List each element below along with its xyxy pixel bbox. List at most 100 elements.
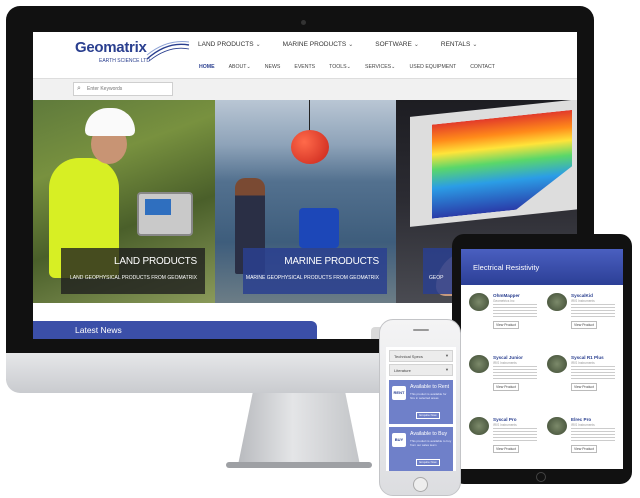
product-card[interactable]: SyscalKid IRIS Instruments View Product — [545, 291, 617, 345]
nav-contact[interactable]: CONTACT — [470, 64, 495, 70]
product-name[interactable]: Syscal Pro — [493, 417, 517, 422]
caption-subtitle: MARINE GEOPHYSICAL PRODUCTS FROM GEOMATR… — [245, 275, 379, 281]
chevron-down-icon: ⌄ — [255, 42, 261, 48]
view-product-button[interactable]: View Product — [493, 445, 519, 453]
nav-label: MARINE PRODUCTS — [282, 41, 347, 48]
rent-icon: RENT — [392, 386, 406, 400]
product-card[interactable]: OhmMapper Geometrics Inc View Product — [467, 291, 539, 345]
view-product-button[interactable]: View Product — [493, 321, 519, 329]
primary-nav: LAND PRODUCTS ⌄ MARINE PRODUCTS ⌄ SOFTWARE… — [198, 41, 477, 48]
promo-title: Available to Buy — [410, 431, 448, 437]
product-name[interactable]: Syscal Junior — [493, 355, 523, 360]
product-meta: IRIS Instruments — [571, 361, 595, 365]
field-device — [137, 192, 193, 236]
chevron-down-icon: ⌄ — [472, 42, 478, 48]
product-thumbnail[interactable] — [469, 355, 489, 373]
product-card[interactable]: Syscal Pro IRIS Instruments View Product — [467, 415, 539, 469]
product-thumbnail[interactable] — [547, 293, 567, 311]
marine-products-caption[interactable]: MARINE PRODUCTS MARINE GEOPHYSICAL PRODU… — [243, 248, 387, 294]
nav-label: LAND PRODUCTS — [198, 41, 254, 48]
promo-text: This product is available for hire in se… — [410, 392, 447, 400]
accordion-literature[interactable]: Literature ▼ — [389, 364, 453, 376]
buy-promo: BUY Available to Buy This product is ava… — [389, 427, 453, 471]
product-thumbnail[interactable] — [547, 355, 567, 373]
nav-software[interactable]: SOFTWARE ⌄ — [375, 41, 419, 48]
enquire-button[interactable]: Enquire Now — [416, 459, 440, 466]
search-bar: ⌕ — [33, 79, 577, 100]
chevron-down-icon: ▼ — [445, 353, 449, 358]
nav-about[interactable]: ABOUT⌄ — [229, 64, 251, 70]
resistivity-plot — [432, 110, 572, 219]
product-meta: IRIS Instruments — [571, 299, 595, 303]
product-name[interactable]: SyscalKid — [571, 293, 593, 298]
search-input[interactable] — [87, 84, 171, 94]
latest-news-header[interactable]: Latest News — [33, 321, 317, 339]
logo[interactable]: Geomatrix EARTH SCIENCE LTD — [75, 39, 190, 75]
product-thumbnail[interactable] — [469, 417, 489, 435]
chevron-down-icon: ▼ — [445, 367, 449, 372]
product-meta: IRIS Instruments — [571, 423, 595, 427]
nav-events[interactable]: EVENTS — [294, 64, 315, 70]
land-products-caption[interactable]: LAND PRODUCTS LAND GEOPHYSICAL PRODUCTS … — [61, 248, 205, 294]
product-name[interactable]: Elrec Pro — [571, 417, 591, 422]
product-description — [493, 366, 537, 380]
product-description — [571, 304, 615, 318]
search-box[interactable]: ⌕ — [73, 82, 173, 96]
caption-title: MARINE PRODUCTS — [284, 256, 379, 267]
category-banner: Electrical Resistivity — [461, 249, 623, 285]
chevron-down-icon: ⌄ — [246, 64, 251, 70]
hard-hat — [85, 108, 135, 136]
view-product-button[interactable]: View Product — [571, 445, 597, 453]
monitor-stand — [238, 393, 360, 465]
home-button[interactable] — [413, 477, 428, 492]
laptop-screen — [410, 100, 577, 227]
promo-title: Available to Rent — [410, 384, 450, 390]
view-product-button[interactable]: View Product — [571, 321, 597, 329]
caption-subtitle: LAND GEOPHYSICAL PRODUCTS FROM GEOMATRIX — [70, 275, 197, 281]
home-button[interactable] — [536, 472, 546, 482]
accordion-label: Literature — [394, 368, 411, 373]
nav-home[interactable]: HOME — [199, 64, 215, 70]
section-title: Latest News — [75, 325, 122, 335]
category-title: Electrical Resistivity — [473, 263, 540, 272]
nav-used-equipment[interactable]: USED EQUIPMENT — [409, 64, 456, 70]
nav-label: TOOLS — [329, 64, 347, 70]
chevron-down-icon: ⌄ — [346, 64, 351, 70]
product-card[interactable]: Syscal R1 Plus IRIS Instruments View Pro… — [545, 353, 617, 407]
accordion-technical-specs[interactable]: Technical Specs ▼ — [389, 350, 453, 362]
product-thumbnail[interactable] — [547, 417, 567, 435]
product-grid: OhmMapper Geometrics Inc View Product Sy… — [467, 291, 617, 469]
product-name[interactable]: Syscal R1 Plus — [571, 355, 604, 360]
product-description — [493, 304, 537, 318]
product-meta: IRIS Instruments — [493, 423, 517, 427]
nav-land-products[interactable]: LAND PRODUCTS ⌄ — [198, 41, 261, 48]
caption-subtitle: GEOP — [429, 275, 444, 281]
enquire-button[interactable]: Enquire Now — [416, 412, 440, 419]
product-thumbnail[interactable] — [469, 293, 489, 311]
nav-label: SOFTWARE — [375, 41, 412, 48]
nav-services[interactable]: SERVICES⌄ — [365, 64, 396, 70]
nav-label: ABOUT — [228, 64, 247, 70]
chevron-down-icon: ⌄ — [391, 64, 396, 70]
logo-subtitle: EARTH SCIENCE LTD — [99, 58, 150, 64]
chevron-down-icon: ⌄ — [413, 42, 419, 48]
product-meta: Geometrics Inc — [493, 299, 515, 303]
product-card[interactable]: Elrec Pro IRIS Instruments View Product — [545, 415, 617, 469]
tablet-screen: Electrical Resistivity OhmMapper Geometr… — [461, 249, 623, 469]
phone-screen: Technical Specs ▼ Literature ▼ RENT Avai… — [386, 347, 456, 471]
nav-marine-products[interactable]: MARINE PRODUCTS ⌄ — [283, 41, 354, 48]
rope — [309, 100, 310, 132]
nav-tools[interactable]: TOOLS⌄ — [329, 64, 351, 70]
search-icon[interactable]: ⌕ — [77, 85, 81, 93]
equipment — [299, 208, 339, 248]
secondary-nav: HOME ABOUT⌄ NEWS EVENTS TOOLS⌄ SERVICES⌄… — [199, 64, 495, 70]
chevron-down-icon: ⌄ — [348, 42, 354, 48]
promo-text: This product is available to buy from ou… — [410, 439, 452, 447]
product-card[interactable]: Syscal Junior IRIS Instruments View Prod… — [467, 353, 539, 407]
nav-rentals[interactable]: RENTALS ⌄ — [441, 41, 478, 48]
view-product-button[interactable]: View Product — [493, 383, 519, 391]
site-header: Geomatrix EARTH SCIENCE LTD LAND PRODUCT… — [33, 32, 577, 78]
view-product-button[interactable]: View Product — [571, 383, 597, 391]
nav-news[interactable]: NEWS — [265, 64, 281, 70]
product-name[interactable]: OhmMapper — [493, 293, 520, 298]
